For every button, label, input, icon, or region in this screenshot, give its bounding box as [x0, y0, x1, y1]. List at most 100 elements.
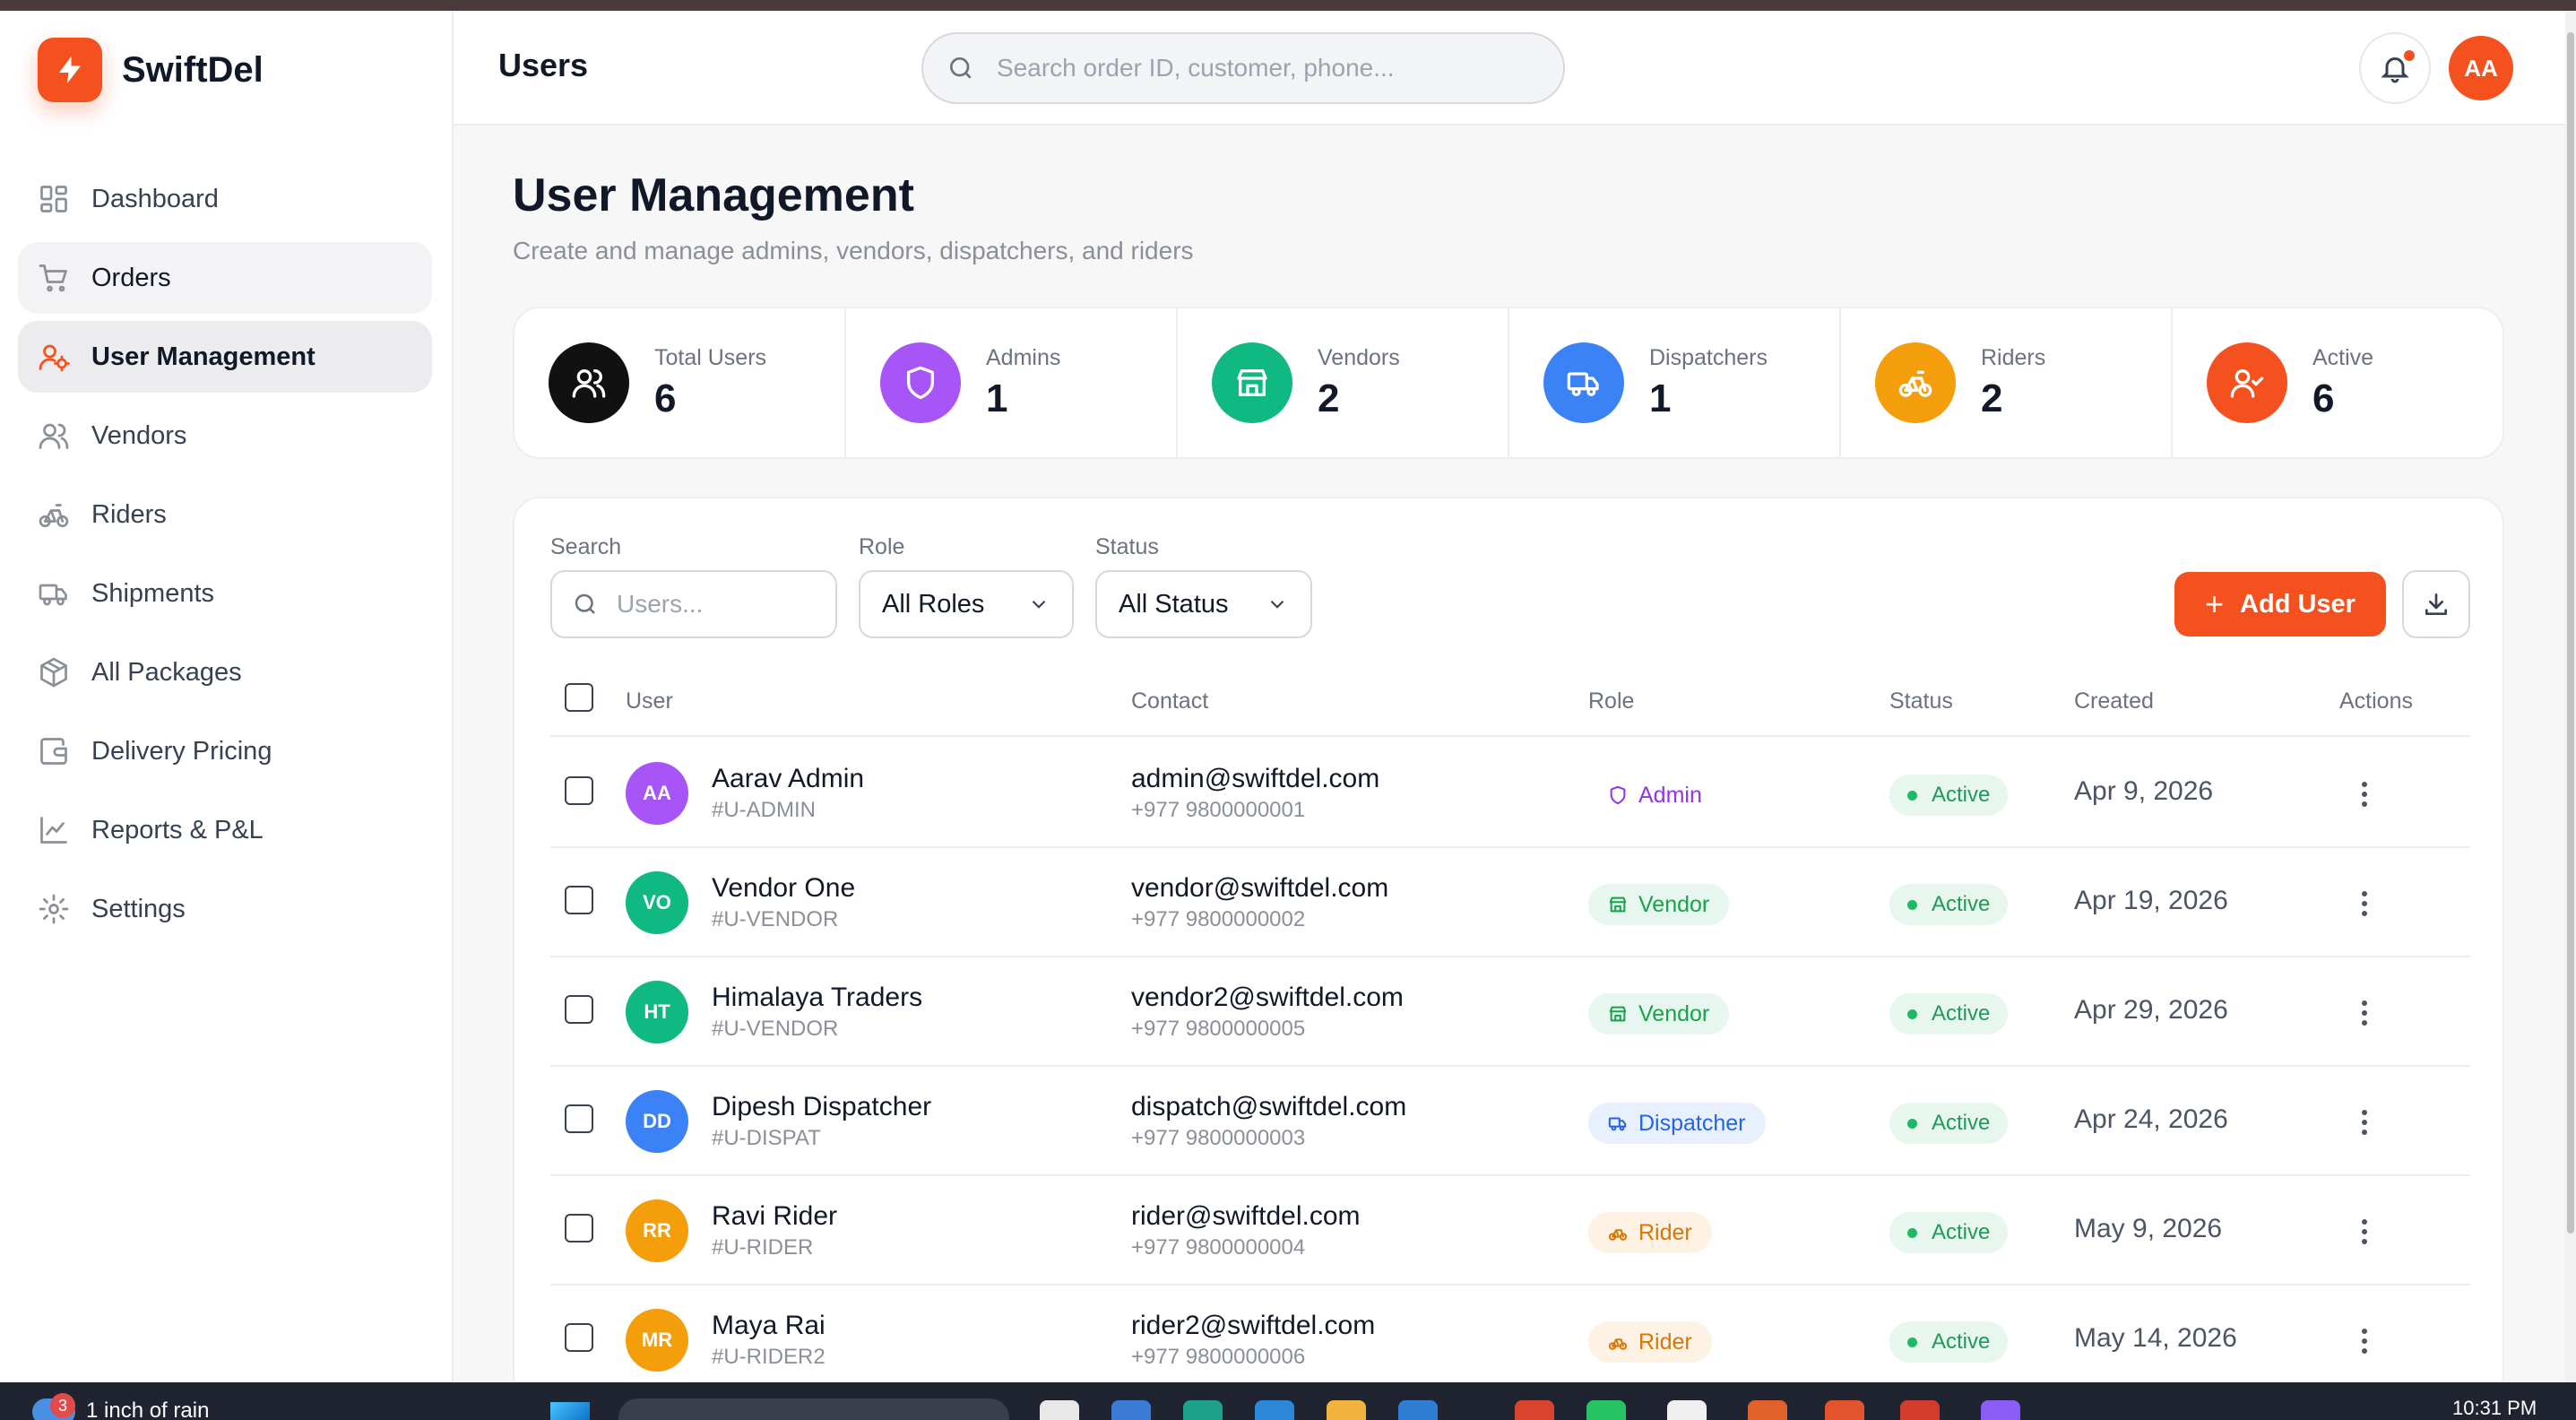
- role-badge: Vendor: [1588, 993, 1730, 1035]
- sidebar-nav: Dashboard Orders User Management Vendors…: [18, 163, 432, 952]
- search-icon: [575, 593, 595, 614]
- notifications-button[interactable]: [2359, 32, 2431, 104]
- taskbar-app-icon[interactable]: [1667, 1400, 1707, 1420]
- sidebar-item-label: Dashboard: [91, 184, 219, 213]
- users-search[interactable]: [550, 570, 837, 638]
- status-select[interactable]: All Status: [1095, 570, 1312, 638]
- row-actions-menu-icon[interactable]: [2343, 1101, 2386, 1144]
- taskbar-search[interactable]: [618, 1398, 1009, 1420]
- sidebar-item-delivery-pricing[interactable]: Delivery Pricing: [18, 715, 432, 787]
- taskbar-app-icon[interactable]: [1398, 1400, 1438, 1420]
- stats-card: Total Users 6 Admins 1 Vendors 2 Dispatcher…: [513, 307, 2504, 459]
- row-checkbox[interactable]: [565, 1323, 593, 1352]
- status-filter-label: Status: [1095, 534, 1159, 559]
- row-checkbox[interactable]: [565, 1104, 593, 1133]
- status-label: Active: [1932, 1001, 1991, 1026]
- row-actions-menu-icon[interactable]: [2343, 773, 2386, 816]
- sidebar-item-label: Orders: [91, 263, 171, 292]
- user-name[interactable]: Ravi Rider: [712, 1201, 837, 1232]
- row-checkbox[interactable]: [565, 995, 593, 1024]
- page-scrollbar[interactable]: [2565, 11, 2576, 1382]
- taskbar-app-icon[interactable]: [1515, 1400, 1554, 1420]
- taskbar-app-icon[interactable]: [1586, 1400, 1626, 1420]
- row-actions-menu-icon[interactable]: [2343, 991, 2386, 1035]
- global-search[interactable]: [921, 32, 1565, 104]
- status-select-value: All Status: [1119, 589, 1229, 619]
- user-email: admin@swiftdel.com: [1131, 764, 1380, 793]
- row-checkbox[interactable]: [565, 1214, 593, 1242]
- taskbar-app-icon[interactable]: [1825, 1400, 1864, 1420]
- select-all-checkbox[interactable]: [565, 683, 593, 712]
- scroll-thumb[interactable]: [2567, 32, 2574, 1234]
- status-dot: [1907, 790, 1917, 801]
- users-search-input[interactable]: [617, 590, 832, 619]
- user-phone: +977 9800000001: [1131, 798, 1306, 822]
- status-badge: Active: [1889, 1103, 2009, 1144]
- sidebar-item-dashboard[interactable]: Dashboard: [18, 163, 432, 235]
- sidebar-item-vendors[interactable]: Vendors: [18, 400, 432, 472]
- status-badge: Active: [1889, 993, 2009, 1035]
- user-name[interactable]: Dipesh Dispatcher: [712, 1092, 931, 1122]
- taskbar-app-icon[interactable]: [1900, 1400, 1940, 1420]
- taskbar-app-icon[interactable]: [1040, 1400, 1079, 1420]
- user-name[interactable]: Vendor One: [712, 873, 855, 904]
- row-actions-menu-icon[interactable]: [2343, 1320, 2386, 1363]
- created-date: May 14, 2026: [2074, 1323, 2237, 1353]
- sidebar-item-riders[interactable]: Riders: [18, 479, 432, 550]
- windows-start-icon[interactable]: [550, 1402, 590, 1420]
- user-id: #U-VENDOR: [712, 907, 839, 931]
- column-created: Created: [2074, 688, 2154, 714]
- user-phone: +977 9800000004: [1131, 1235, 1306, 1260]
- lightning-icon: [38, 38, 102, 102]
- stat-value: 6: [2312, 376, 2335, 420]
- role-badge: Rider: [1588, 1321, 1712, 1363]
- taskbar-app-icon[interactable]: [1255, 1400, 1294, 1420]
- role-select-value: All Roles: [882, 589, 985, 619]
- user-name[interactable]: Aarav Admin: [712, 764, 864, 794]
- chevron-down-icon: [1270, 600, 1284, 609]
- row-checkbox[interactable]: [565, 776, 593, 805]
- folder-icon[interactable]: [1327, 1400, 1366, 1420]
- taskbar-app-icon[interactable]: [1748, 1400, 1787, 1420]
- role-select[interactable]: All Roles: [859, 570, 1074, 638]
- status-label: Active: [1932, 1220, 1991, 1244]
- download-icon: [2425, 593, 2447, 615]
- row-actions-menu-icon[interactable]: [2343, 1210, 2386, 1253]
- table-row[interactable]: RR Ravi Rider #U-RIDER rider@swiftdel.com +9…: [550, 1176, 2470, 1286]
- export-button[interactable]: [2402, 570, 2470, 638]
- dashboard-grid-icon: [40, 186, 67, 212]
- sidebar-item-user-management[interactable]: User Management: [18, 321, 432, 393]
- sidebar-item-shipments[interactable]: Shipments: [18, 558, 432, 629]
- user-avatar[interactable]: AA: [2449, 36, 2513, 100]
- sidebar-item-settings[interactable]: Settings: [18, 873, 432, 945]
- table-row[interactable]: AA Aarav Admin #U-ADMIN admin@swiftdel.com +…: [550, 739, 2470, 848]
- user-name[interactable]: Himalaya Traders: [712, 983, 922, 1013]
- store-icon: [1212, 342, 1292, 423]
- sidebar: SwiftDel Dashboard Orders User Managemen…: [0, 11, 454, 1382]
- weather-text[interactable]: 1 inch of rain: [86, 1398, 209, 1420]
- clock-time[interactable]: 10:31 PM: [2452, 1397, 2537, 1420]
- stat-label: Vendors: [1318, 344, 1400, 370]
- table-row[interactable]: VO Vendor One #U-VENDOR vendor@swiftdel.com…: [550, 848, 2470, 957]
- table-header: User Contact Role Status Created Actions: [550, 665, 2470, 737]
- user-name[interactable]: Maya Rai: [712, 1311, 826, 1341]
- add-user-button[interactable]: + Add User: [2174, 572, 2386, 636]
- row-checkbox[interactable]: [565, 886, 593, 914]
- taskbar-app-icon[interactable]: [1183, 1400, 1223, 1420]
- sidebar-item-orders[interactable]: Orders: [18, 242, 432, 314]
- table-row[interactable]: MR Maya Rai #U-RIDER2 rider2@swiftdel.com +9…: [550, 1286, 2470, 1395]
- stat-label: Riders: [1981, 344, 2046, 370]
- user-id: #U-RIDER2: [712, 1345, 826, 1369]
- table-row[interactable]: DD Dipesh Dispatcher #U-DISPAT dispatch@swi…: [550, 1067, 2470, 1176]
- global-search-input[interactable]: [997, 54, 1552, 82]
- stat-label: Dispatchers: [1649, 344, 1768, 370]
- brand[interactable]: SwiftDel: [38, 38, 264, 102]
- status-dot: [1907, 1337, 1917, 1347]
- sidebar-item-reports[interactable]: Reports & P&L: [18, 794, 432, 866]
- table-row[interactable]: HT Himalaya Traders #U-VENDOR vendor2@swift…: [550, 957, 2470, 1067]
- sidebar-item-all-packages[interactable]: All Packages: [18, 636, 432, 708]
- stat-total-users: Total Users 6: [514, 308, 846, 457]
- taskbar-app-icon[interactable]: [1981, 1400, 2020, 1420]
- taskbar-app-icon[interactable]: [1111, 1400, 1151, 1420]
- row-actions-menu-icon[interactable]: [2343, 882, 2386, 925]
